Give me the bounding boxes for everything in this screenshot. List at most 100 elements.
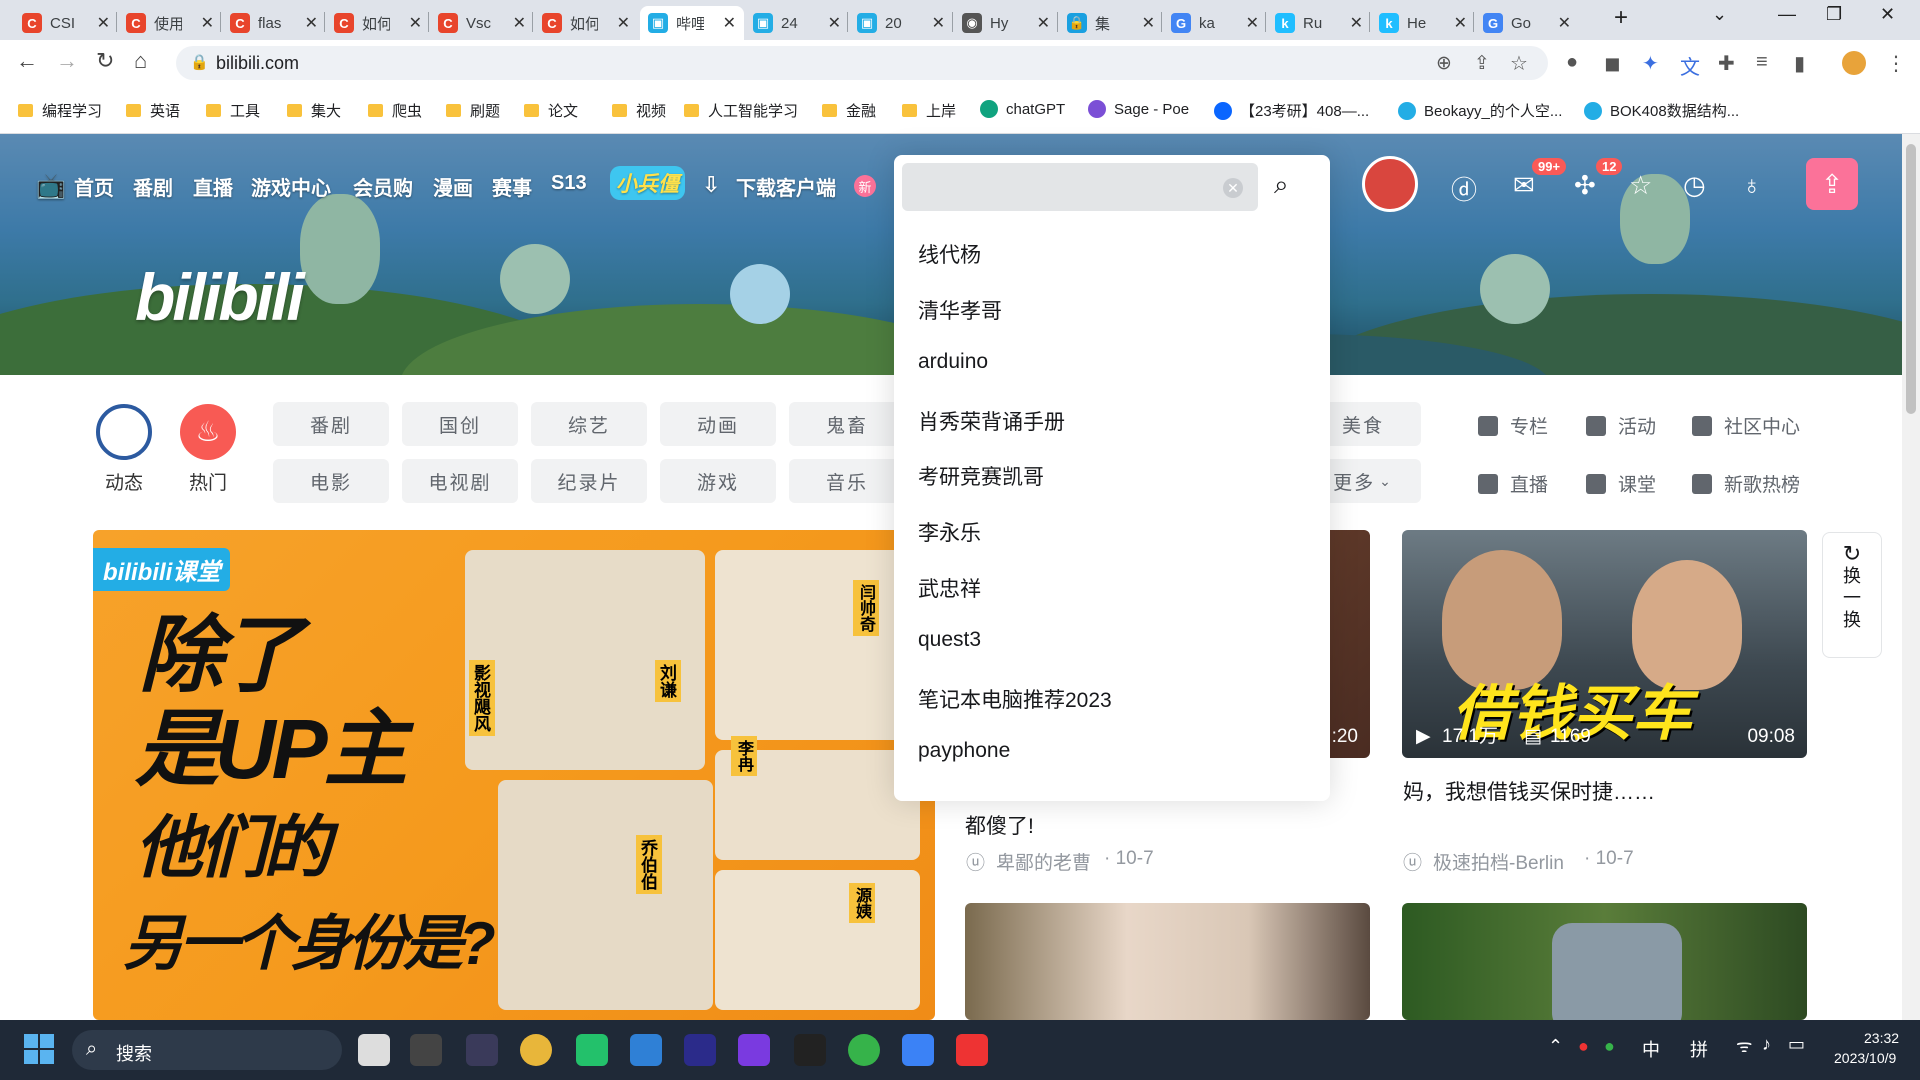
search-suggestion[interactable]: 线代杨 bbox=[918, 239, 981, 269]
search-suggestion[interactable]: 考研竞赛凯哥 bbox=[918, 461, 1044, 491]
category-tag[interactable]: 电影 bbox=[273, 459, 389, 503]
close-window-button[interactable]: ✕ bbox=[1880, 4, 1895, 25]
nav-game-center[interactable]: 游戏中心 bbox=[251, 172, 331, 201]
search-suggestion[interactable]: 清华孝哥 bbox=[918, 295, 1002, 325]
bookmark-item[interactable]: 视频 bbox=[612, 100, 666, 121]
nav-live[interactable]: 直播 bbox=[193, 172, 233, 201]
nav-match[interactable]: 赛事 bbox=[492, 172, 532, 201]
windows-start-icon[interactable] bbox=[24, 1034, 54, 1064]
bookmark-item[interactable]: 上岸 bbox=[902, 100, 956, 121]
nav-mall[interactable]: 会员购 bbox=[353, 172, 413, 201]
user-avatar[interactable] bbox=[1362, 156, 1418, 212]
tab-close-icon[interactable]: ✕ bbox=[513, 13, 526, 33]
bookmark-item[interactable]: BOK408数据结构... bbox=[1584, 100, 1739, 121]
tray-app-icon[interactable]: ● bbox=[1578, 1036, 1589, 1057]
tab-close-icon[interactable]: ✕ bbox=[932, 13, 945, 33]
nav-bangumi[interactable]: 番剧 bbox=[133, 172, 173, 201]
browser-tab[interactable]: Cflas ✕ bbox=[222, 6, 326, 40]
bookmark-star-icon[interactable]: ☆ bbox=[1510, 51, 1528, 76]
message-icon[interactable]: ✉ bbox=[1513, 170, 1535, 201]
video-title[interactable]: 妈，我想借钱买保时捷…… bbox=[1403, 776, 1655, 806]
tray-chevron-icon[interactable]: ⌃ bbox=[1548, 1036, 1563, 1057]
extension-icon[interactable]: ● bbox=[1566, 51, 1578, 74]
extensions-puzzle-icon[interactable]: ✚ bbox=[1718, 51, 1735, 76]
carousel-banner[interactable]: bilibili课堂 除了 是UP主 他们的 另一个身份是? 影视飓风 刘谦 闫… bbox=[93, 530, 935, 1020]
tab-close-icon[interactable]: ✕ bbox=[828, 13, 841, 33]
search-box[interactable]: ✕ bbox=[902, 163, 1258, 211]
ime-mode-label[interactable]: 拼 bbox=[1690, 1036, 1708, 1062]
browser-tab[interactable]: k Ru ✕ bbox=[1267, 6, 1371, 40]
home-icon[interactable]: ⌂ bbox=[134, 48, 147, 74]
browser-tab[interactable]: ▣ 哔哩 ✕ bbox=[640, 6, 744, 40]
link-live[interactable]: 直播 bbox=[1478, 470, 1548, 497]
search-suggestion[interactable]: 肖秀荣背诵手册 bbox=[918, 406, 1065, 436]
category-tag[interactable]: 鬼畜 bbox=[789, 402, 905, 446]
search-suggestion[interactable]: 李永乐 bbox=[918, 517, 981, 547]
pycharm-icon[interactable] bbox=[576, 1034, 608, 1066]
channel-dynamic[interactable]: 动态 bbox=[96, 404, 152, 495]
tab-close-icon[interactable]: ✕ bbox=[1558, 13, 1571, 33]
browser-tab[interactable]: C 使用 ✕ bbox=[118, 6, 222, 40]
tab-search-icon[interactable]: ⌄ bbox=[1712, 4, 1727, 25]
volume-icon[interactable]: ♪ bbox=[1762, 1034, 1771, 1055]
tab-close-icon[interactable]: ✕ bbox=[1142, 13, 1155, 33]
upload-button[interactable]: ⇪ bbox=[1806, 158, 1858, 210]
tray-wechat-icon[interactable]: ● bbox=[1604, 1036, 1615, 1057]
bookmark-item[interactable]: Beokayy_的个人空... bbox=[1398, 100, 1562, 121]
tab-close-icon[interactable]: ✕ bbox=[723, 13, 736, 33]
search-input[interactable] bbox=[914, 173, 1214, 201]
category-tag[interactable]: 电视剧 bbox=[402, 459, 518, 503]
bookmark-item[interactable]: 集大 bbox=[287, 100, 341, 121]
tab-close-icon[interactable]: ✕ bbox=[305, 13, 318, 33]
scrollbar-thumb[interactable] bbox=[1906, 144, 1916, 414]
category-tag[interactable]: 番剧 bbox=[273, 402, 389, 446]
search-icon[interactable]: ⌕ bbox=[1274, 169, 1289, 201]
history-clock-icon[interactable]: ◷ bbox=[1683, 170, 1706, 201]
menu-icon[interactable]: ⋮ bbox=[1886, 51, 1906, 76]
bookmark-item[interactable]: 刷题 bbox=[446, 100, 500, 121]
search-suggestion[interactable]: arduino bbox=[918, 350, 988, 374]
category-tag[interactable]: 综艺 bbox=[531, 402, 647, 446]
link-activity[interactable]: 活动 bbox=[1586, 412, 1656, 439]
link-new-songs[interactable]: 新歌热榜 bbox=[1692, 470, 1800, 497]
scrollbar[interactable] bbox=[1902, 134, 1920, 1020]
bookmark-item[interactable]: 金融 bbox=[822, 100, 876, 121]
bookmark-item[interactable]: chatGPT bbox=[980, 100, 1065, 118]
bookmark-item[interactable]: 论文 bbox=[524, 100, 578, 121]
browser-tab[interactable]: C CSI ✕ bbox=[14, 6, 118, 40]
video-thumbnail[interactable]: 借钱买车 ▶ 17.1万 ▤ 1169 09:08 bbox=[1402, 530, 1807, 758]
wps-icon[interactable] bbox=[956, 1034, 988, 1066]
bookmark-item[interactable]: 爬虫 bbox=[368, 100, 422, 121]
bookmark-item[interactable]: 人工智能学习 bbox=[684, 100, 798, 121]
taskbar-search[interactable]: ⌕ 搜索 bbox=[72, 1030, 342, 1070]
ide-icon[interactable] bbox=[738, 1034, 770, 1066]
link-classroom[interactable]: 课堂 bbox=[1586, 470, 1656, 497]
vip-icon[interactable]: ⓓ bbox=[1451, 170, 1477, 207]
browser-tab[interactable]: k He ✕ bbox=[1371, 6, 1475, 40]
wifi-icon[interactable]: ᯤ bbox=[1736, 1034, 1752, 1058]
video-title[interactable]: 都傻了! bbox=[965, 810, 1034, 840]
creation-bulb-icon[interactable]: ♁ bbox=[1742, 170, 1762, 201]
address-bar[interactable]: 🔒 bilibili.com ⊕ ⇪ ☆ bbox=[176, 46, 1548, 80]
nav-promo-logo[interactable]: 小兵僵 bbox=[610, 166, 685, 200]
side-panel-icon[interactable]: ▮ bbox=[1794, 51, 1805, 76]
reading-list-icon[interactable]: ≡ bbox=[1756, 51, 1768, 74]
reload-icon[interactable]: ↻ bbox=[96, 48, 114, 74]
forward-icon[interactable]: → bbox=[56, 48, 78, 74]
feishu-icon[interactable] bbox=[902, 1034, 934, 1066]
nav-home[interactable]: 首页 bbox=[74, 172, 114, 201]
minimize-button[interactable]: — bbox=[1778, 4, 1796, 25]
bilibili-logo[interactable]: bilibili bbox=[135, 259, 305, 335]
bookmark-item[interactable]: 【23考研】408—... bbox=[1214, 100, 1369, 121]
channel-hot[interactable]: ♨ 热门 bbox=[180, 404, 236, 495]
bookmark-item[interactable]: Sage - Poe bbox=[1088, 100, 1189, 118]
favorites-star-icon[interactable]: ☆ bbox=[1629, 170, 1652, 201]
search-suggestion[interactable]: 武忠祥 bbox=[918, 573, 981, 603]
clock-time[interactable]: 23:32 bbox=[1864, 1030, 1899, 1046]
tab-close-icon[interactable]: ✕ bbox=[201, 13, 214, 33]
extension-icon[interactable]: ✦ bbox=[1642, 51, 1659, 76]
search-suggestion[interactable]: payphone bbox=[918, 739, 1010, 763]
bookmark-item[interactable]: 编程学习 bbox=[18, 100, 102, 121]
video-author[interactable]: 极速拍档-Berlin bbox=[1433, 848, 1564, 875]
maximize-button[interactable]: ❐ bbox=[1826, 4, 1842, 25]
